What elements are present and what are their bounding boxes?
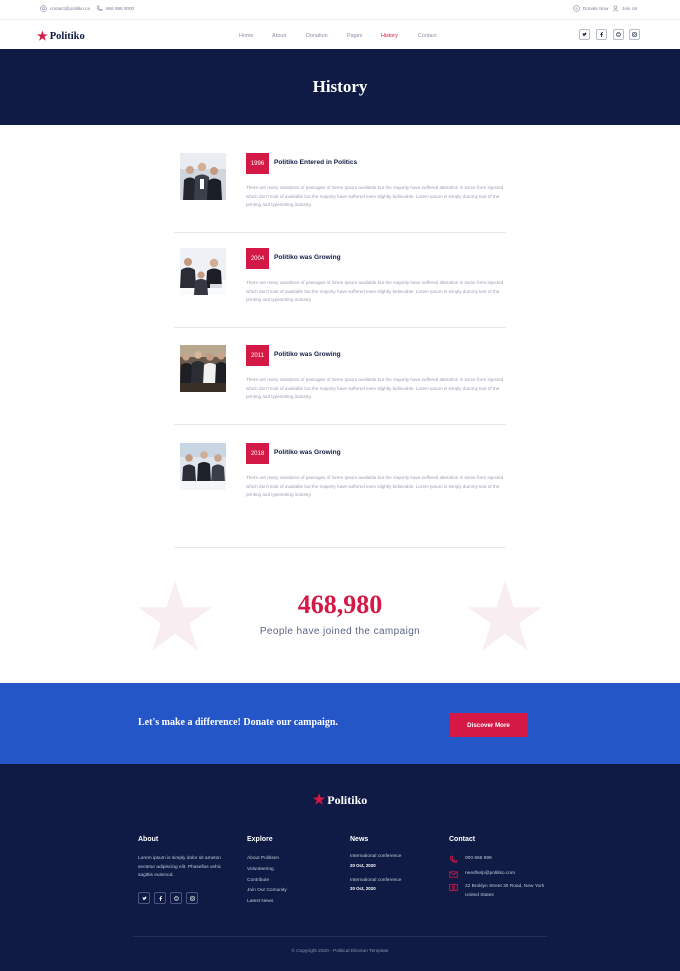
join-us-label: Join Us bbox=[622, 6, 638, 11]
footer-contact-title: Contact bbox=[449, 836, 476, 843]
timeline-year-badge: 2018 bbox=[246, 443, 269, 464]
page-header: History bbox=[0, 49, 680, 125]
nav-link-about[interactable]: About bbox=[272, 33, 286, 39]
facebook-icon[interactable] bbox=[154, 892, 166, 904]
footer-link-volunteering[interactable]: Volunteering bbox=[247, 867, 274, 872]
footer-logo-text: Politiko bbox=[327, 793, 368, 807]
topbar-email[interactable]: contact@politiko.ca bbox=[40, 5, 90, 12]
timeline-divider bbox=[174, 424, 506, 425]
topbar-phone-text: 666 888 0000 bbox=[106, 6, 135, 11]
topbar-phone[interactable]: 666 888 0000 bbox=[96, 5, 134, 12]
user-icon bbox=[612, 5, 619, 12]
footer-logo[interactable]: ★ Politiko bbox=[0, 792, 680, 809]
donate-now-link[interactable]: $ Donate Now bbox=[573, 5, 608, 12]
timeline-text: There are many variations of passages of… bbox=[246, 475, 504, 498]
timeline-title: Politiko Entered in Politics bbox=[274, 159, 358, 166]
timeline-photo bbox=[180, 345, 226, 392]
timeline-text: There are many variations of passages of… bbox=[246, 377, 504, 400]
copyright-text: © Copyright 2020 - Political Election Te… bbox=[291, 949, 389, 954]
timeline-title: Politiko was Growing bbox=[274, 449, 341, 456]
contact-phone-text: 000 666 999 bbox=[465, 856, 492, 861]
timeline-year-badge: 1996 bbox=[246, 153, 269, 174]
contact-email-text: needhelp@politiko.com bbox=[465, 871, 515, 876]
dribbble-icon[interactable] bbox=[170, 892, 182, 904]
nav-link-contact[interactable]: Contact bbox=[418, 33, 437, 39]
dribbble-icon[interactable] bbox=[613, 29, 624, 40]
footer-about-text: Lorem ipsum is simply dolor sit ameton s… bbox=[138, 856, 222, 878]
footer-divider bbox=[133, 936, 547, 937]
timeline-divider bbox=[174, 547, 506, 548]
footer-link-community[interactable]: Join Our Comunity bbox=[247, 888, 287, 893]
envelope-icon bbox=[449, 870, 458, 879]
footer-about-title: About bbox=[138, 836, 159, 843]
timeline-photo bbox=[180, 248, 226, 295]
contact-address-text: 22 Broklyn Street 30 Road, New York Unit… bbox=[465, 884, 545, 898]
nav-link-donation[interactable]: Donation bbox=[306, 33, 328, 39]
email-icon bbox=[40, 5, 47, 12]
main-navbar: ★ Politiko Home About Donation Pages His… bbox=[0, 21, 680, 49]
timeline-divider bbox=[174, 232, 506, 233]
donate-icon: $ bbox=[573, 5, 580, 12]
timeline-year-badge: 2004 bbox=[246, 248, 269, 269]
footer-link-about[interactable]: About Politisen bbox=[247, 856, 279, 861]
topbar-email-text: contact@politiko.ca bbox=[50, 6, 90, 11]
timeline-photo bbox=[180, 443, 226, 490]
instagram-icon[interactable] bbox=[629, 29, 640, 40]
contact-email[interactable]: needhelp@politiko.com bbox=[449, 870, 547, 879]
instagram-icon[interactable] bbox=[186, 892, 198, 904]
svg-text:$: $ bbox=[575, 7, 578, 11]
contact-address: 22 Broklyn Street 30 Road, New York Unit… bbox=[449, 883, 547, 900]
nav-link-home[interactable]: Home bbox=[239, 33, 253, 39]
donate-banner: Let's make a difference! Donate our camp… bbox=[0, 683, 680, 764]
timeline-photo bbox=[180, 153, 226, 200]
donate-now-label: Donate Now bbox=[583, 6, 609, 11]
news-item-title[interactable]: International conference bbox=[350, 854, 401, 859]
contact-phone[interactable]: 000 666 999 bbox=[449, 855, 547, 864]
map-icon bbox=[449, 883, 458, 892]
twitter-icon[interactable] bbox=[138, 892, 150, 904]
donate-banner-text: Let's make a difference! Donate our camp… bbox=[138, 717, 338, 728]
footer-news-title: News bbox=[350, 836, 369, 843]
news-item-title[interactable]: International conference bbox=[350, 878, 401, 883]
discover-more-button[interactable]: Discover More bbox=[450, 713, 527, 737]
timeline-text: There are many variations of passages of… bbox=[246, 185, 504, 208]
news-item-date: 20 Oct, 2020 bbox=[350, 863, 376, 868]
counter-number: 468,980 bbox=[297, 590, 383, 619]
page-title: History bbox=[312, 77, 368, 96]
counter-label: People have joined the campaign bbox=[259, 626, 421, 637]
timeline-divider bbox=[174, 327, 506, 328]
timeline-year-badge: 2011 bbox=[246, 345, 269, 366]
join-us-link[interactable]: Join Us bbox=[612, 5, 637, 12]
footer-explore-title: Explore bbox=[247, 836, 273, 843]
timeline-title: Politiko was Growing bbox=[274, 254, 341, 261]
phone-icon bbox=[449, 855, 458, 864]
site-logo-text: Politiko bbox=[49, 31, 85, 42]
nav-link-history[interactable]: History bbox=[381, 33, 398, 39]
news-item-date: 20 Oct, 2020 bbox=[350, 886, 376, 891]
nav-link-pages[interactable]: Pages bbox=[347, 33, 362, 39]
star-icon: ★ bbox=[37, 29, 48, 43]
site-logo[interactable]: ★ Politiko bbox=[37, 29, 85, 44]
footer-link-latest-news[interactable]: Latest News bbox=[247, 899, 273, 904]
footer: ★ Politiko About Lorem ipsum is simply d… bbox=[0, 764, 680, 971]
phone-icon bbox=[96, 5, 103, 12]
timeline-text: There are many variations of passages of… bbox=[246, 280, 504, 303]
twitter-icon[interactable] bbox=[579, 29, 590, 40]
top-bar: contact@politiko.ca 666 888 0000 $ Donat… bbox=[0, 0, 680, 20]
star-icon: ★ bbox=[312, 793, 326, 808]
facebook-icon[interactable] bbox=[596, 29, 607, 40]
timeline-title: Politiko was Growing bbox=[274, 351, 341, 358]
footer-link-contribute[interactable]: Contribute bbox=[247, 878, 269, 883]
